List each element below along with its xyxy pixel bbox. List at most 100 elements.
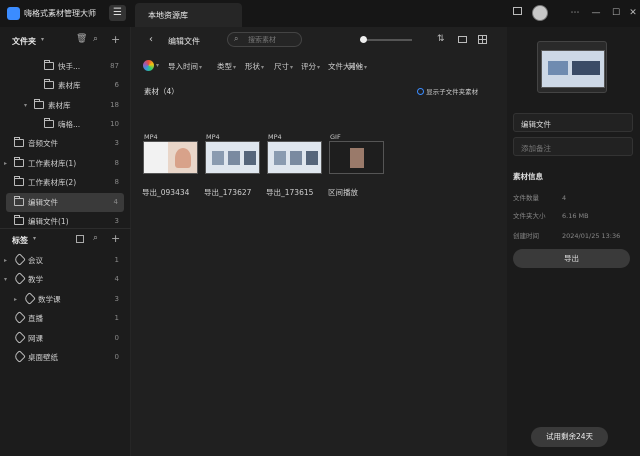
folder-item[interactable]: 素材库 6 xyxy=(0,76,125,95)
file-type-badge: MP4 xyxy=(144,133,158,141)
tag-label: 教学 xyxy=(28,275,43,284)
search-icon: ⌕ xyxy=(234,34,239,43)
file-type-badge: MP4 xyxy=(268,133,282,141)
grid-view-icon[interactable] xyxy=(478,35,487,44)
thumbnail-figure xyxy=(212,151,224,165)
info-row: 文件夹大小 6.16 MB xyxy=(513,209,633,223)
note-field[interactable]: 添加备注 xyxy=(513,137,633,156)
asset-thumbnail[interactable] xyxy=(329,141,384,174)
info-row: 文件数量 4 xyxy=(513,191,633,205)
filter-dropdown[interactable]: 形状▾ xyxy=(245,60,264,74)
chevron-down-icon[interactable]: ▾ xyxy=(33,235,36,242)
tag-count: 3 xyxy=(114,295,119,303)
search-icon[interactable]: ⌕ xyxy=(93,233,98,243)
preview-mode-icon[interactable] xyxy=(458,36,467,43)
check-icon xyxy=(417,88,424,95)
filter-dropdown[interactable]: 导入时间▾ xyxy=(168,60,202,74)
tag-manage-icon[interactable] xyxy=(76,235,84,243)
folder-icon xyxy=(14,196,24,206)
asset-name: 导出_173627 xyxy=(204,188,252,197)
tag-label: 桌面壁纸 xyxy=(28,353,58,362)
folders-header: 文件夹 ▾ 🗑 ⌕ + xyxy=(0,33,131,53)
folder-item[interactable]: 编辑文件 4 xyxy=(6,193,124,212)
chevron-down-icon[interactable]: ▾ xyxy=(41,36,44,43)
section-title: 素材（4） xyxy=(144,87,179,96)
name-field[interactable]: 编辑文件 xyxy=(513,113,633,132)
menu-button[interactable]: ☰ xyxy=(109,5,126,21)
tag-icon xyxy=(13,331,26,344)
back-button[interactable]: ‹ xyxy=(149,34,153,45)
collapse-panel-button[interactable] xyxy=(506,0,528,27)
tag-item[interactable]: 桌面壁纸 0 xyxy=(0,348,125,367)
tag-count: 1 xyxy=(114,314,119,322)
filter-label: 类型 xyxy=(217,62,232,71)
close-button[interactable]: ✕ xyxy=(622,0,640,27)
search-input[interactable]: 搜索素材 xyxy=(248,35,276,45)
trash-icon[interactable]: 🗑 xyxy=(76,34,87,44)
chevron-down-icon: ▾ xyxy=(261,64,265,71)
folder-item[interactable]: 工作素材库(2) 8 xyxy=(0,173,125,192)
filter-dropdown[interactable]: 类型▾ xyxy=(217,60,236,74)
filter-dropdown[interactable]: 评分▾ xyxy=(301,60,320,74)
show-subfolder-toggle[interactable]: 显示子文件夹素材 xyxy=(417,86,478,96)
add-tag-icon[interactable]: + xyxy=(111,232,120,245)
chevron-down-icon: ▾ xyxy=(199,64,203,71)
add-folder-icon[interactable]: + xyxy=(111,33,120,46)
sort-icon[interactable]: ⇅ xyxy=(437,34,445,44)
thumbnail-figure xyxy=(290,151,302,165)
tag-icon xyxy=(13,272,26,285)
avatar[interactable] xyxy=(532,5,548,21)
tag-item[interactable]: ▾ 教学 4 xyxy=(0,270,125,289)
export-button[interactable]: 导出 xyxy=(513,249,630,268)
folder-count: 87 xyxy=(110,62,119,70)
asset-thumbnail[interactable] xyxy=(143,141,198,174)
more-options-button[interactable]: ⋯ xyxy=(564,0,586,27)
info-row: 创建时间 2024/01/25 13:36 xyxy=(513,229,633,243)
thumbnail-size-slider[interactable] xyxy=(359,36,412,43)
color-filter-icon[interactable] xyxy=(143,60,154,71)
minimize-button[interactable]: — xyxy=(585,0,607,27)
chevron-icon[interactable]: ▸ xyxy=(14,290,17,309)
chevron-icon[interactable]: ▾ xyxy=(4,270,7,289)
tag-item[interactable]: 网课 0 xyxy=(0,329,125,348)
search-box[interactable]: ⌕ 搜索素材 xyxy=(227,32,302,47)
folder-count: 8 xyxy=(114,159,119,167)
info-value: 6.16 MB xyxy=(562,212,589,220)
tab-local-library[interactable]: 本地资源库 xyxy=(135,3,242,27)
folder-label: 工作素材库(1) xyxy=(28,159,77,168)
filter-dropdown[interactable]: 尺寸▾ xyxy=(274,60,293,74)
folder-item[interactable]: ▸ 工作素材库(1) 8 xyxy=(0,154,125,173)
tag-count: 0 xyxy=(114,334,119,342)
asset-thumbnail[interactable] xyxy=(205,141,260,174)
asset-thumbnail[interactable] xyxy=(267,141,322,174)
filter-dropdown[interactable]: 其他▾ xyxy=(348,60,367,74)
search-icon[interactable]: ⌕ xyxy=(93,34,98,44)
chevron-icon[interactable]: ▾ xyxy=(24,96,27,115)
chevron-down-icon: ▾ xyxy=(364,64,368,71)
tag-item[interactable]: 直播 1 xyxy=(0,309,125,328)
tag-item[interactable]: ▸ 会议 1 xyxy=(0,251,125,270)
name-value: 编辑文件 xyxy=(521,120,551,129)
folder-item[interactable]: ▾ 素材库 18 xyxy=(0,96,125,115)
folder-label: 工作素材库(2) xyxy=(28,178,77,187)
folders-title: 文件夹 xyxy=(12,37,36,46)
hamburger-icon: ☰ xyxy=(113,7,122,18)
tag-label: 会议 xyxy=(28,256,43,265)
chevron-icon[interactable]: ▸ xyxy=(4,251,7,270)
chevron-icon[interactable]: ▸ xyxy=(4,154,7,173)
app-logo-icon xyxy=(7,7,20,20)
info-key: 创建时间 xyxy=(513,232,539,240)
tag-item[interactable]: ▸ 数学课 3 xyxy=(0,290,125,309)
folder-icon xyxy=(34,99,44,109)
folder-label: 编辑文件 xyxy=(28,198,58,207)
trial-badge[interactable]: 试用剩余24天 xyxy=(531,427,608,447)
folder-item[interactable]: 音频文件 3 xyxy=(0,134,125,153)
info-value: 2024/01/25 13:36 xyxy=(562,232,621,240)
tag-icon xyxy=(13,253,26,266)
folder-item[interactable]: 快手... 87 xyxy=(0,57,125,76)
info-key: 文件数量 xyxy=(513,194,539,202)
slider-knob[interactable] xyxy=(359,36,367,43)
folder-item[interactable]: 嗨格... 10 xyxy=(0,115,125,134)
folder-label: 素材库 xyxy=(48,101,71,110)
chevron-down-icon: ▾ xyxy=(233,64,237,71)
